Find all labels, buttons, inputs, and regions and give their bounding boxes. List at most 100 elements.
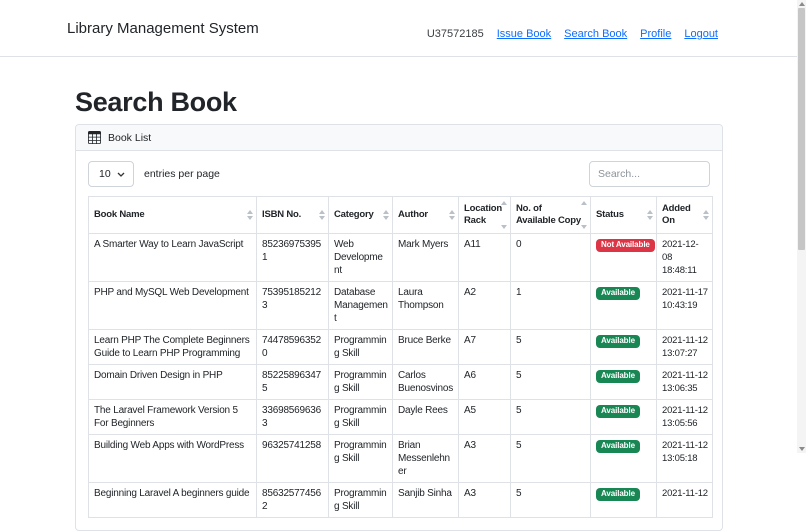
book-table-header-row: Book Name ISBN No. Category Author Locat… <box>88 196 713 234</box>
nav-link-issue-book[interactable]: Issue Book <box>497 28 551 40</box>
cell-status: Available <box>590 329 657 365</box>
column-header-location-rack[interactable]: Location Rack <box>458 196 511 234</box>
table-row: Beginning Laravel A beginners guide 8563… <box>88 482 713 518</box>
cell-book-name: PHP and MySQL Web Development <box>88 281 257 330</box>
cell-status: Available <box>590 434 657 483</box>
nav-link-logout[interactable]: Logout <box>684 28 718 40</box>
book-table-body: A Smarter Way to Learn JavaScript 852369… <box>88 233 713 518</box>
app-brand: Library Management System <box>67 19 259 37</box>
cell-available-copies: 1 <box>510 281 591 330</box>
cell-category: Programming Skill <box>328 434 393 483</box>
cell-added-on: 2021-12-08 18:48:11 <box>656 233 713 282</box>
cell-book-name: A Smarter Way to Learn JavaScript <box>88 233 257 282</box>
navbar-right: U37572185 Issue Book Search Book Profile Lo… <box>427 28 718 40</box>
cell-isbn: 744785963520 <box>256 329 329 365</box>
status-badge: Available <box>596 404 640 418</box>
entries-per-page-select[interactable]: 10 <box>88 161 134 187</box>
page-title: Search Book <box>75 87 237 117</box>
cell-author: Bruce Berke <box>392 329 459 365</box>
status-badge: Not Available <box>596 238 655 252</box>
column-header-author[interactable]: Author <box>392 196 459 234</box>
book-table: Book Name ISBN No. Category Author Locat… <box>88 196 713 518</box>
cell-location-rack: A3 <box>458 434 511 483</box>
scrollbar-thumb[interactable] <box>798 8 805 250</box>
nav-link-profile[interactable]: Profile <box>640 28 671 40</box>
cell-category: Web Development <box>328 233 393 282</box>
cell-book-name: Learn PHP The Complete Beginners Guide t… <box>88 329 257 365</box>
column-label: ISBN No. <box>262 209 302 220</box>
sort-arrows-icon <box>319 210 325 220</box>
cell-author: Carlos Buenosvinos <box>392 364 459 400</box>
entries-control: 10 entries per page <box>88 161 220 187</box>
cell-available-copies: 5 <box>510 329 591 365</box>
nav-link-search-book[interactable]: Search Book <box>564 28 627 40</box>
cell-status: Available <box>590 281 657 330</box>
column-header-no-of-available-copy[interactable]: No. of Available Copy <box>510 196 591 234</box>
cell-available-copies: 5 <box>510 434 591 483</box>
status-badge: Available <box>596 487 640 501</box>
cell-author: Brian Messenlehner <box>392 434 459 483</box>
sort-arrows-icon <box>501 201 507 229</box>
vertical-scrollbar[interactable] <box>797 0 806 453</box>
cell-added-on: 2021-11-12 <box>656 482 713 518</box>
status-badge: Available <box>596 369 640 383</box>
cell-location-rack: A7 <box>458 329 511 365</box>
cell-isbn: 96325741258 <box>256 434 329 483</box>
user-id: U37572185 <box>426 28 484 40</box>
table-row: A Smarter Way to Learn JavaScript 852369… <box>88 233 713 282</box>
status-badge: Available <box>596 334 640 348</box>
column-label: Category <box>334 209 374 220</box>
cell-author: Sanjib Sinha <box>392 482 459 518</box>
column-header-isbn-no[interactable]: ISBN No. <box>256 196 329 234</box>
column-label: No. of Available Copy <box>516 203 581 226</box>
search-input[interactable] <box>589 161 710 187</box>
cell-location-rack: A6 <box>458 364 511 400</box>
cell-added-on: 2021-11-12 13:05:56 <box>656 399 713 435</box>
cell-status: Not Available <box>590 233 657 282</box>
scrollbar-down-arrow-icon[interactable] <box>798 447 805 451</box>
cell-added-on: 2021-11-12 13:05:18 <box>656 434 713 483</box>
cell-isbn: 336985696363 <box>256 399 329 435</box>
table-row: Domain Driven Design in PHP 852258963475… <box>88 364 713 400</box>
cell-category: Programming Skill <box>328 364 393 400</box>
cell-added-on: 2021-11-12 13:06:35 <box>656 364 713 400</box>
entries-per-page-value: 10 <box>99 168 111 180</box>
cell-available-copies: 5 <box>510 399 591 435</box>
main-content: Search Book Book List 10 entries per pag… <box>0 87 806 531</box>
column-header-status[interactable]: Status <box>590 196 657 234</box>
sort-arrows-icon <box>647 210 653 220</box>
column-header-added-on[interactable]: Added On <box>656 196 713 234</box>
book-list-card: Book List 10 entries per page Search... … <box>75 124 723 531</box>
cell-location-rack: A5 <box>458 399 511 435</box>
scrollbar-up-arrow-icon[interactable] <box>798 2 805 6</box>
navbar-links: Issue Book Search Book Profile Logout <box>497 28 718 40</box>
cell-isbn: 852258963475 <box>256 364 329 400</box>
cell-available-copies: 5 <box>510 482 591 518</box>
cell-book-name: Beginning Laravel A beginners guide <box>88 482 257 518</box>
entries-per-page-label: entries per page <box>144 168 220 180</box>
status-badge: Available <box>596 286 640 300</box>
sort-arrows-icon <box>247 210 253 220</box>
column-label: Status <box>596 209 624 220</box>
cell-status: Available <box>590 482 657 518</box>
cell-isbn: 753951852123 <box>256 281 329 330</box>
cell-location-rack: A11 <box>458 233 511 282</box>
column-header-category[interactable]: Category <box>328 196 393 234</box>
cell-category: Programming Skill <box>328 482 393 518</box>
cell-location-rack: A2 <box>458 281 511 330</box>
cell-book-name: The Laravel Framework Version 5 For Begi… <box>88 399 257 435</box>
cell-category: Programming Skill <box>328 329 393 365</box>
book-list-card-body: 10 entries per page Book Name <box>76 151 722 530</box>
cell-status: Available <box>590 399 657 435</box>
top-navbar: Library Management System U37572185 Issu… <box>0 0 806 57</box>
sort-arrows-icon <box>703 210 709 220</box>
sort-arrows-icon <box>449 210 455 220</box>
cell-location-rack: A3 <box>458 482 511 518</box>
column-label: Author <box>398 209 428 220</box>
column-header-book-name[interactable]: Book Name <box>88 196 257 234</box>
cell-added-on: 2021-11-12 13:07:27 <box>656 329 713 365</box>
table-row: Learn PHP The Complete Beginners Guide t… <box>88 329 713 365</box>
cell-isbn: 852369753951 <box>256 233 329 282</box>
status-badge: Available <box>596 439 640 453</box>
cell-book-name: Domain Driven Design in PHP <box>88 364 257 400</box>
